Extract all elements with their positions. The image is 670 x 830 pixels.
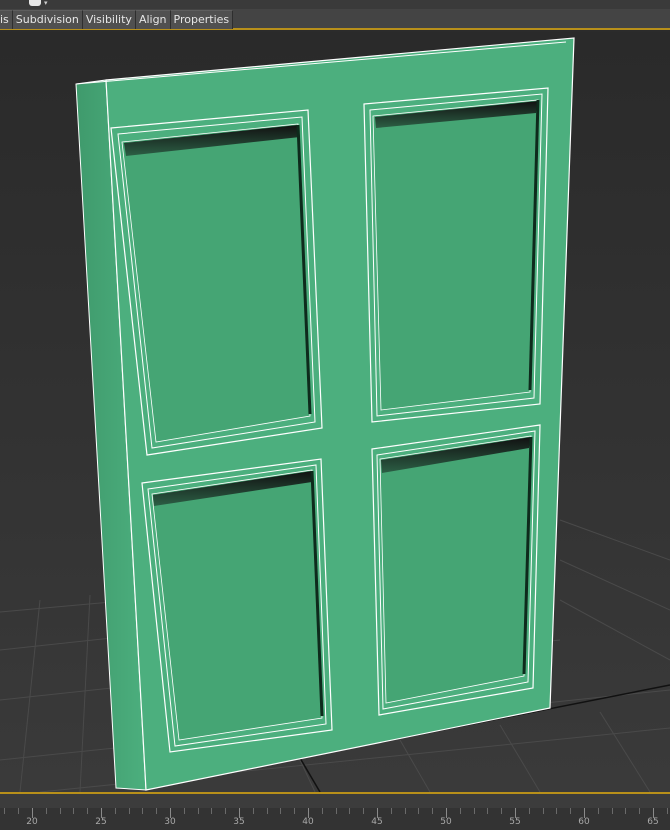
ruler-tick <box>142 808 143 814</box>
ruler-tick <box>198 808 199 814</box>
ruler-tick <box>460 808 461 814</box>
ruler-tick-label: 40 <box>302 817 314 827</box>
ruler-tick <box>391 808 392 814</box>
tab-align[interactable]: Align <box>135 10 171 29</box>
ruler-tick-label: 20 <box>26 817 38 827</box>
ribbon-tabs: is Subdivision Visibility Align Properti… <box>0 10 234 29</box>
toolbar-top-strip <box>0 0 670 9</box>
ruler-tick <box>129 808 130 814</box>
tab-subdivision[interactable]: Subdivision <box>12 10 83 29</box>
ruler-tick <box>625 808 626 814</box>
ruler-tick <box>184 808 185 814</box>
viewport-canvas <box>0 32 670 792</box>
ruler-tick <box>487 808 488 814</box>
ruler-tick-label: 45 <box>371 817 383 827</box>
toolbar-dropdown-icon[interactable] <box>29 0 41 6</box>
ruler-tick <box>267 808 268 814</box>
ruler-tick <box>73 808 74 814</box>
ruler-tick <box>612 808 613 814</box>
ruler-tick <box>18 808 19 814</box>
door-mesh[interactable] <box>75 37 575 791</box>
ruler-tick <box>280 808 281 814</box>
ruler-tick-label: 60 <box>578 817 590 827</box>
tab-properties[interactable]: Properties <box>170 10 234 29</box>
tab-modeling[interactable]: is <box>0 10 13 29</box>
ruler-tick <box>474 808 475 814</box>
ruler-tick <box>639 808 640 814</box>
ruler-tick <box>556 808 557 814</box>
ruler-tick <box>211 808 212 814</box>
ruler-tick <box>543 808 544 814</box>
ruler-tick <box>4 808 5 814</box>
ruler-tick <box>115 808 116 814</box>
ruler-tick <box>432 808 433 814</box>
ruler-tick-label: 50 <box>440 817 452 827</box>
ruler-tick <box>294 808 295 814</box>
ruler-tick <box>418 808 419 814</box>
ruler-tick <box>529 808 530 814</box>
ruler-tick-label: 30 <box>164 817 176 827</box>
ruler-tick <box>349 808 350 814</box>
ruler-tick <box>156 808 157 814</box>
chevron-down-icon[interactable]: ▾ <box>44 0 48 7</box>
ruler-tick <box>363 808 364 814</box>
ruler-tick <box>336 808 337 814</box>
ruler-tick <box>253 808 254 814</box>
time-slider-ruler[interactable]: 20 25 30 35 40 45 50 55 60 65 <box>0 792 670 830</box>
panel-top-right <box>363 87 549 423</box>
ruler-tick <box>87 808 88 814</box>
ruler-tick-label: 25 <box>95 817 107 827</box>
ruler-tick <box>405 808 406 814</box>
ruler-tick <box>46 808 47 814</box>
ruler-tick <box>60 808 61 814</box>
perspective-viewport[interactable] <box>0 32 670 792</box>
ruler-tick-label: 55 <box>509 817 521 827</box>
top-toolbar: ▾ is Subdivision Visibility Align Proper… <box>0 0 670 30</box>
ruler-tick <box>667 808 668 814</box>
ruler-tick-label: 65 <box>647 817 659 827</box>
ruler-tick <box>570 808 571 814</box>
ruler-tick <box>225 808 226 814</box>
ruler-tick-label: 35 <box>233 817 245 827</box>
panel-bottom-right <box>371 424 541 716</box>
ruler-tick <box>598 808 599 814</box>
ruler-tick <box>501 808 502 814</box>
panel-bottom-left <box>141 458 333 753</box>
tab-visibility[interactable]: Visibility <box>82 10 136 29</box>
panel-top-left <box>110 109 323 456</box>
ruler-tick <box>322 808 323 814</box>
